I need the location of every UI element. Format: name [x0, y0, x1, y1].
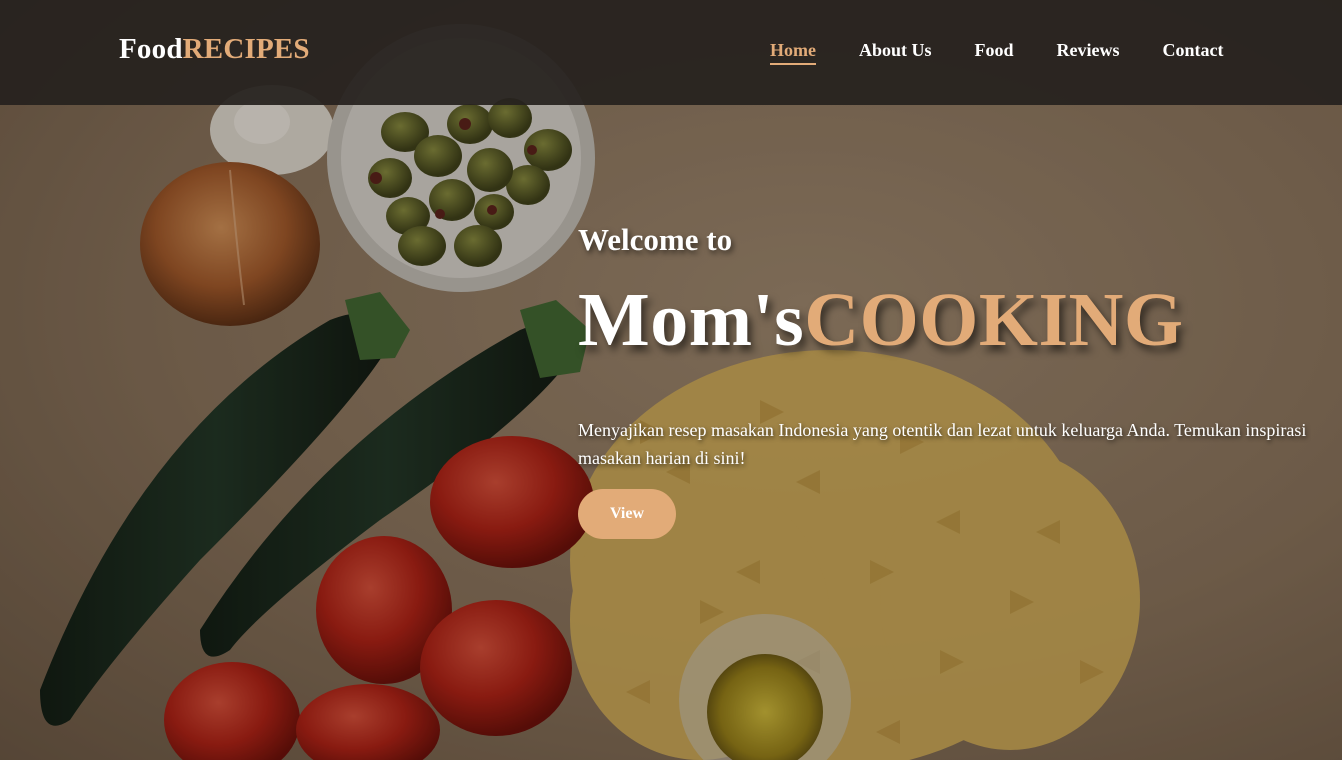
hero-welcome-text: Welcome to	[578, 222, 733, 257]
hero-title-accent: COOKING	[804, 278, 1184, 362]
hero-title-main: Mom's	[578, 278, 805, 362]
nav-link-reviews[interactable]: Reviews	[1057, 40, 1120, 65]
brand-logo-accent: RECIPES	[182, 33, 310, 65]
site-header: FoodRECIPES Home About Us Food Reviews C…	[0, 0, 1342, 105]
brand-logo[interactable]: FoodRECIPES	[119, 33, 310, 66]
nav-link-food[interactable]: Food	[975, 40, 1014, 65]
hero-title: Mom'sCOOKING	[578, 282, 1318, 358]
nav-link-home[interactable]: Home	[770, 40, 816, 65]
hero-section: Welcome to Mom'sCOOKING Menyajikan resep…	[578, 222, 1318, 539]
brand-logo-primary: Food	[119, 33, 183, 65]
nav-link-contact[interactable]: Contact	[1163, 40, 1224, 65]
view-button[interactable]: View	[578, 489, 676, 539]
hero-description: Menyajikan resep masakan Indonesia yang …	[578, 420, 1307, 468]
main-navigation: Home About Us Food Reviews Contact	[770, 40, 1267, 65]
nav-link-about-us[interactable]: About Us	[859, 40, 932, 65]
